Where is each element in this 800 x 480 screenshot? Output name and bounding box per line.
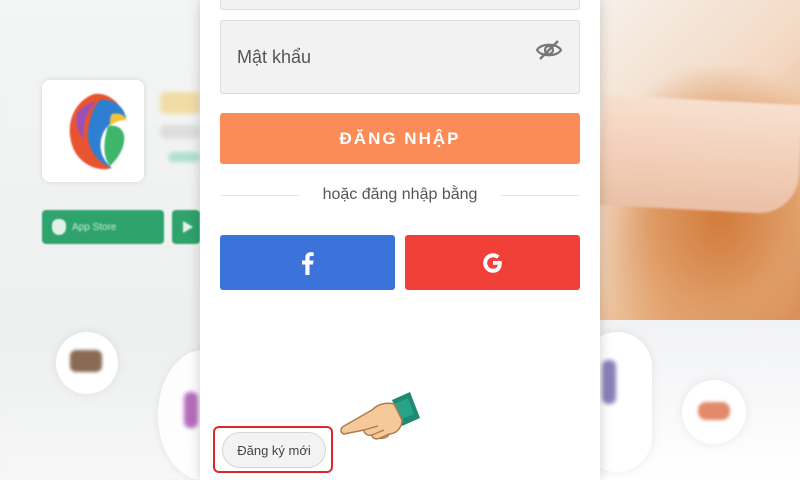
blurred-app-title xyxy=(160,92,200,114)
apple-icon xyxy=(52,219,66,235)
google-login-button[interactable] xyxy=(405,235,580,290)
google-play-badge xyxy=(172,210,200,244)
app-store-badge-text: App Store xyxy=(72,221,117,233)
facebook-icon xyxy=(301,251,314,275)
eye-slash-icon[interactable] xyxy=(535,39,563,61)
login-panel: ĐĂNG NHẬP hoặc đăng nhập bằng Đăng ký mớ… xyxy=(200,0,600,480)
blurred-app-tag xyxy=(168,152,200,162)
password-input[interactable] xyxy=(235,45,535,69)
app-store-badge: App Store xyxy=(42,210,164,244)
google-icon xyxy=(482,252,502,273)
login-button[interactable]: ĐĂNG NHẬP xyxy=(220,113,580,164)
blurred-feature-circle xyxy=(682,380,746,444)
app-logo-icon xyxy=(69,93,126,170)
arm-photo xyxy=(597,94,800,216)
facebook-login-button[interactable] xyxy=(220,235,395,290)
app-logo-card xyxy=(42,80,144,182)
pointing-hand-icon xyxy=(340,392,420,440)
play-icon xyxy=(183,221,193,233)
blurred-app-subtitle xyxy=(160,125,200,139)
password-field[interactable] xyxy=(220,20,580,94)
blurred-feature-circle xyxy=(56,332,118,394)
alt-login-label: hoặc đăng nhập bằng xyxy=(300,186,500,204)
username-field-partial[interactable] xyxy=(220,0,580,10)
register-button[interactable]: Đăng ký mới xyxy=(222,432,326,468)
